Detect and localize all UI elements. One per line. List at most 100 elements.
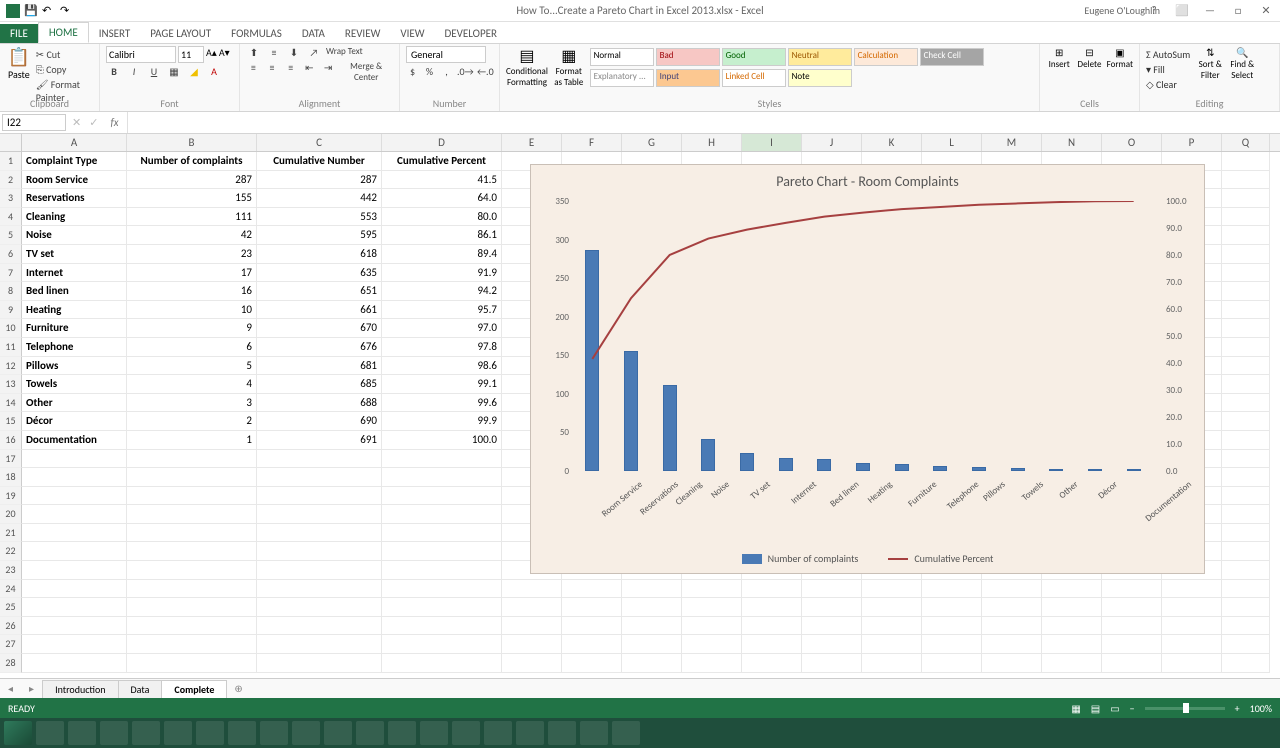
cell-style[interactable]: Bad [656, 48, 720, 66]
cell[interactable] [502, 635, 562, 654]
cell[interactable] [922, 654, 982, 673]
cell-style[interactable]: Neutral [788, 48, 852, 66]
cell[interactable]: 97.0 [382, 319, 502, 338]
col-header[interactable]: A [22, 134, 127, 151]
dec-decimal-icon[interactable]: ←.0 [477, 65, 493, 78]
copy-button[interactable]: ⎘ Copy [36, 63, 93, 76]
cell[interactable] [1222, 301, 1270, 320]
cell[interactable]: 651 [257, 282, 382, 301]
cell[interactable] [127, 598, 257, 617]
cell-style[interactable]: Input [656, 69, 720, 87]
format-as-table-button[interactable]: ▦Format as Table [554, 46, 584, 88]
tab-view[interactable]: VIEW [390, 24, 434, 43]
cell[interactable]: 595 [257, 226, 382, 245]
taskbar-app[interactable] [68, 721, 96, 745]
cell[interactable]: Heating [22, 301, 127, 320]
border-button[interactable]: ▦ [166, 65, 182, 78]
cell[interactable] [922, 580, 982, 599]
cell[interactable] [22, 635, 127, 654]
cell[interactable] [682, 635, 742, 654]
cell[interactable] [682, 598, 742, 617]
row-header[interactable]: 4 [0, 208, 22, 227]
cell[interactable] [802, 635, 862, 654]
cell[interactable] [257, 598, 382, 617]
cell[interactable]: 287 [257, 171, 382, 190]
enter-formula-icon[interactable]: ✓ [85, 116, 102, 129]
cell[interactable] [382, 542, 502, 561]
cell[interactable] [382, 635, 502, 654]
tab-data[interactable]: DATA [292, 24, 335, 43]
tab-review[interactable]: REVIEW [335, 24, 391, 43]
cell[interactable] [1222, 152, 1270, 171]
col-header[interactable]: D [382, 134, 502, 151]
cell[interactable] [1222, 208, 1270, 227]
taskbar-app[interactable] [36, 721, 64, 745]
indent-dec-icon[interactable]: ⇤ [302, 61, 317, 83]
select-all-corner[interactable] [0, 134, 22, 151]
font-color-button[interactable]: A [206, 65, 222, 78]
cell[interactable] [1222, 542, 1270, 561]
cell[interactable]: 91.9 [382, 264, 502, 283]
minimize-icon[interactable]: — [1200, 4, 1220, 17]
formula-input[interactable] [127, 112, 1280, 133]
col-header[interactable]: F [562, 134, 622, 151]
find-select-button[interactable]: 🔍Find & Select [1228, 46, 1256, 91]
sheet-nav-next-icon[interactable]: ▸ [21, 682, 42, 695]
col-header[interactable]: N [1042, 134, 1102, 151]
cell[interactable] [22, 561, 127, 580]
undo-icon[interactable]: ↶ [42, 4, 56, 18]
cell[interactable] [257, 450, 382, 469]
ribbon-opts-icon[interactable]: ⬜ [1172, 4, 1192, 17]
align-center-icon[interactable]: ≡ [265, 61, 280, 83]
cell[interactable]: 97.8 [382, 338, 502, 357]
tab-page-layout[interactable]: PAGE LAYOUT [140, 24, 221, 43]
clear-button[interactable]: ◇ Clear [1146, 78, 1190, 91]
help-icon[interactable]: ? [1144, 4, 1164, 17]
tab-insert[interactable]: INSERT [89, 24, 141, 43]
cell[interactable] [1162, 617, 1222, 636]
cell[interactable]: 5 [127, 357, 257, 376]
underline-button[interactable]: U [146, 65, 162, 78]
percent-icon[interactable]: % [423, 65, 436, 78]
cell[interactable]: 111 [127, 208, 257, 227]
cell[interactable] [1222, 264, 1270, 283]
taskbar-app[interactable] [548, 721, 576, 745]
cell[interactable] [127, 635, 257, 654]
taskbar-app[interactable] [100, 721, 128, 745]
taskbar-app[interactable] [420, 721, 448, 745]
cell[interactable] [257, 617, 382, 636]
cell[interactable] [22, 468, 127, 487]
cell[interactable]: 691 [257, 431, 382, 450]
row-header[interactable]: 8 [0, 282, 22, 301]
row-header[interactable]: 1 [0, 152, 22, 171]
row-header[interactable]: 12 [0, 357, 22, 376]
zoom-slider[interactable] [1145, 707, 1225, 710]
name-box[interactable] [2, 114, 66, 131]
cell[interactable] [22, 505, 127, 524]
cell[interactable]: 95.7 [382, 301, 502, 320]
row-header[interactable]: 21 [0, 524, 22, 543]
cell-style[interactable]: Calculation [854, 48, 918, 66]
cell[interactable] [1222, 654, 1270, 673]
align-right-icon[interactable]: ≡ [283, 61, 298, 83]
cell[interactable] [862, 580, 922, 599]
cell[interactable] [127, 542, 257, 561]
cell[interactable] [22, 542, 127, 561]
cell[interactable] [1162, 654, 1222, 673]
col-header[interactable]: K [862, 134, 922, 151]
cell[interactable] [802, 598, 862, 617]
cell[interactable] [382, 654, 502, 673]
cell[interactable] [982, 654, 1042, 673]
cell[interactable] [127, 617, 257, 636]
col-header[interactable]: J [802, 134, 862, 151]
cell[interactable] [382, 598, 502, 617]
cell[interactable] [257, 505, 382, 524]
cell[interactable] [1222, 450, 1270, 469]
cell[interactable] [622, 598, 682, 617]
row-header[interactable]: 9 [0, 301, 22, 320]
redo-icon[interactable]: ↷ [60, 4, 74, 18]
cell[interactable] [1222, 375, 1270, 394]
cell[interactable]: 89.4 [382, 245, 502, 264]
cell[interactable] [1222, 245, 1270, 264]
decrease-font-icon[interactable]: A▾ [219, 46, 230, 63]
